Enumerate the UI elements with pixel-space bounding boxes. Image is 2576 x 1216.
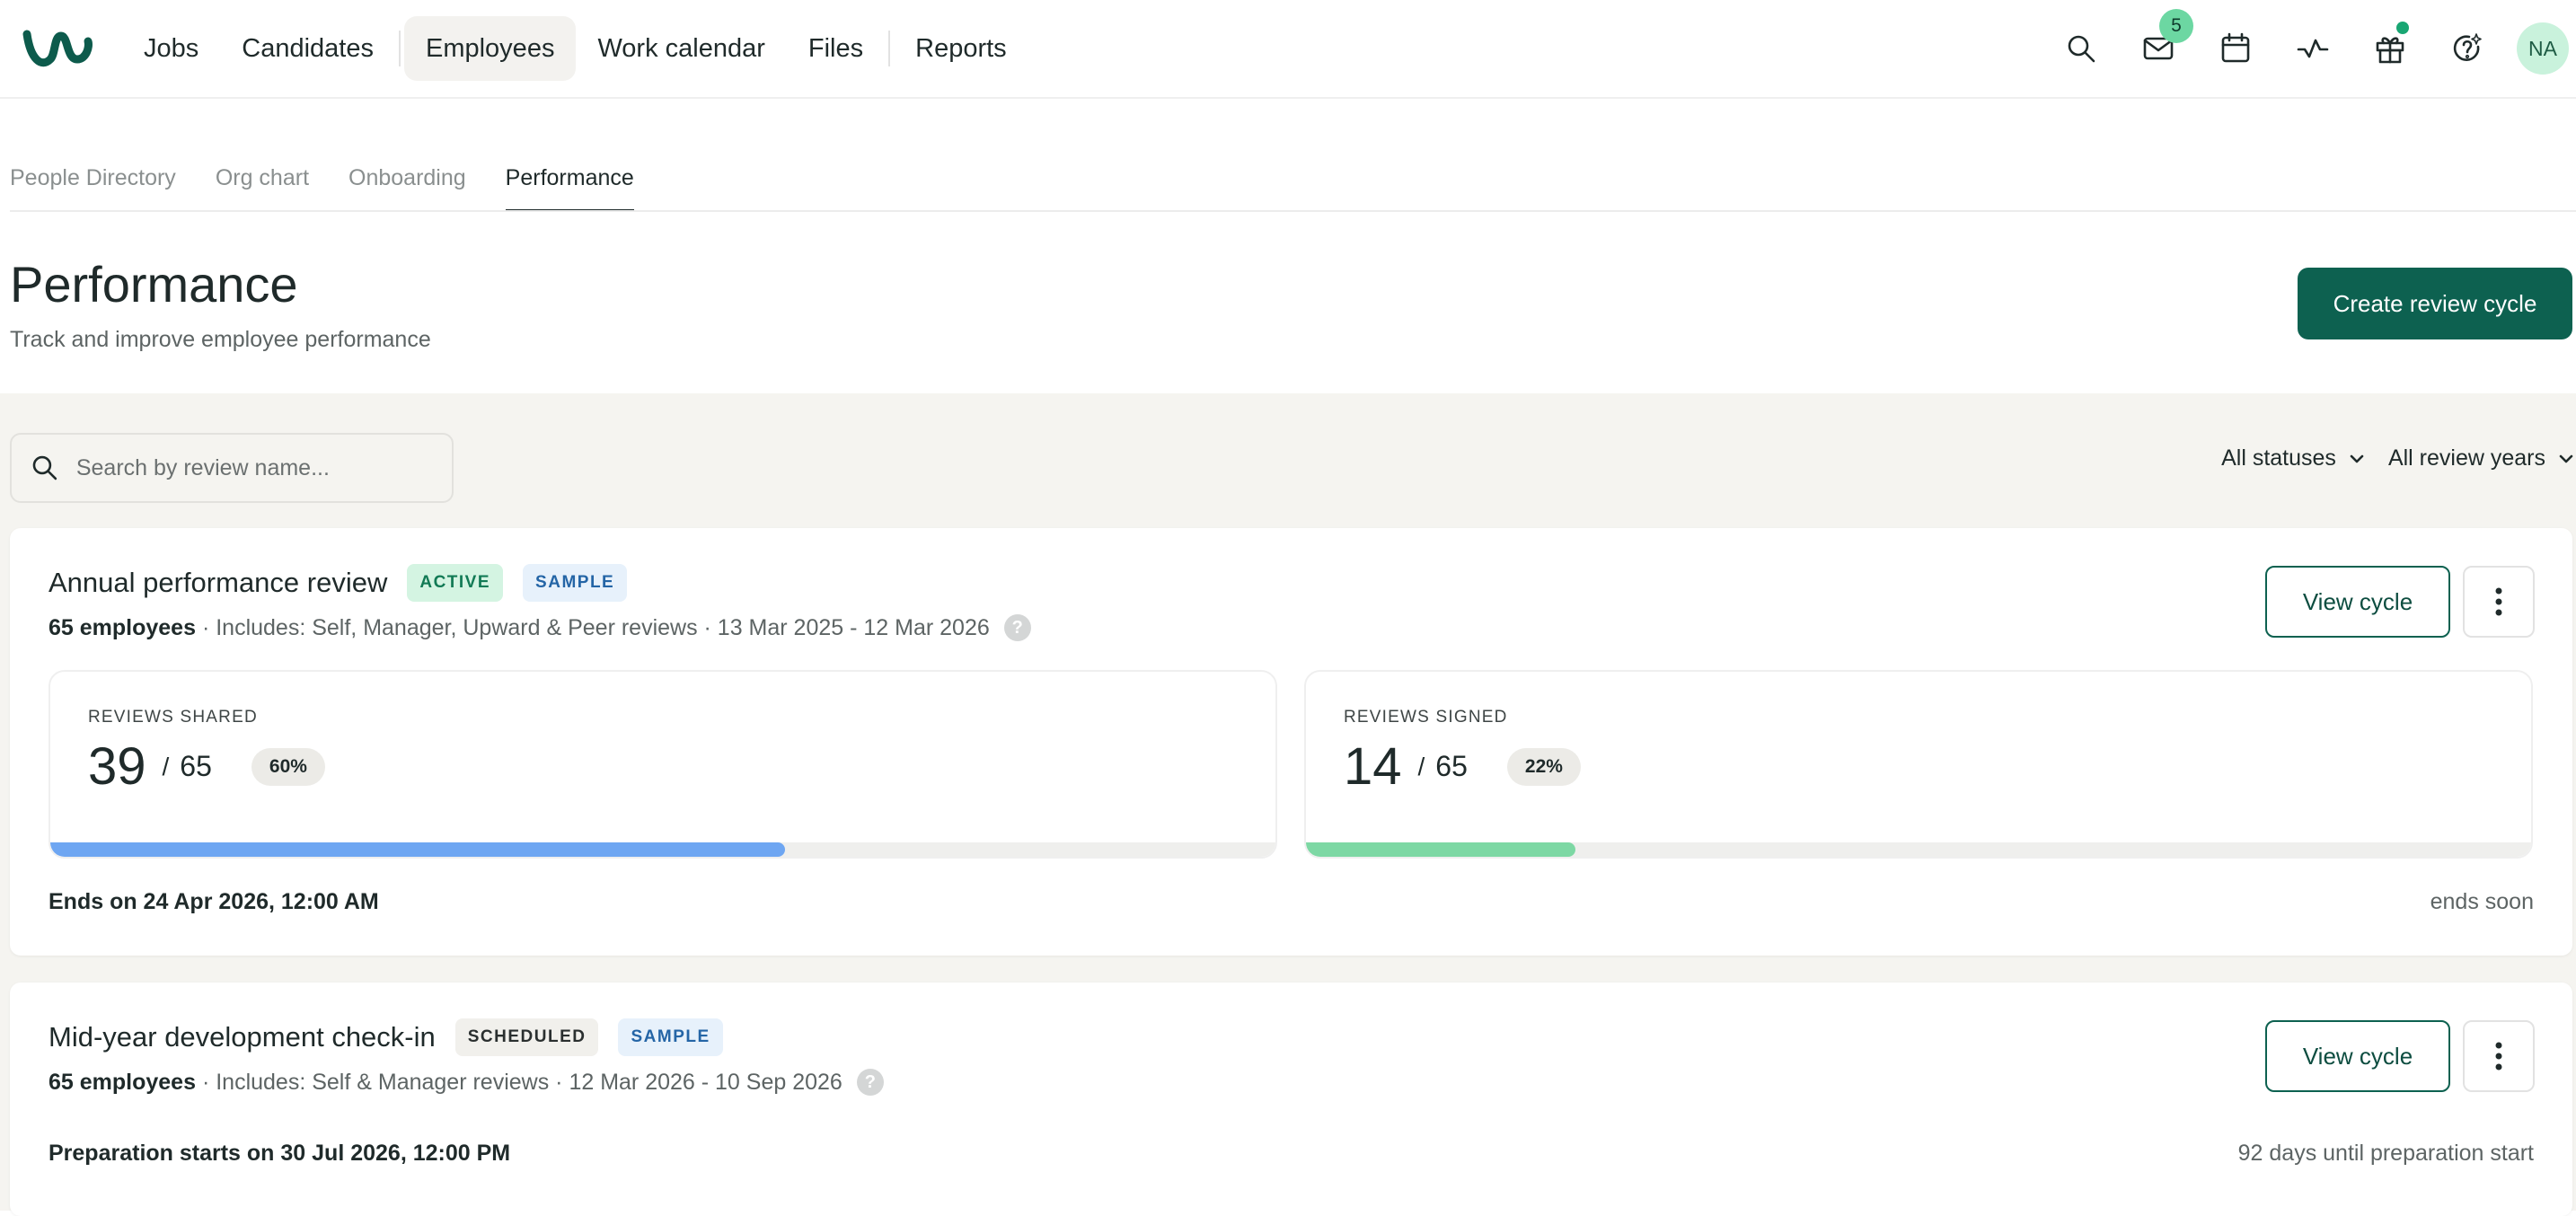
chevron-down-icon — [2559, 454, 2573, 463]
chevron-down-icon — [2350, 454, 2364, 463]
preparation-countdown: 92 days until preparation start — [2237, 1141, 2534, 1166]
create-review-cycle-button[interactable]: Create review cycle — [2298, 268, 2572, 339]
preparation-start-date: Preparation starts on 30 Jul 2026, 12:00… — [49, 1141, 511, 1166]
help-button[interactable] — [2429, 16, 2506, 81]
help-icon[interactable]: ? — [856, 1069, 884, 1096]
status-filter-dropdown[interactable]: All statuses — [2221, 445, 2367, 471]
search-input[interactable] — [75, 454, 452, 481]
cycle-title: Annual performance review — [49, 567, 388, 598]
subtabs-divider — [10, 210, 2576, 212]
stat-percent-badge: 22% — [1506, 747, 1581, 786]
cycle-meta: 65 employees · Includes: Self, Manager, … — [49, 614, 1031, 641]
cycle-meta: 65 employees · Includes: Self & Manager … — [49, 1069, 884, 1096]
gift-button[interactable] — [2351, 16, 2429, 81]
card-title-row: Annual performance review ACTIVE SAMPLE — [49, 564, 628, 602]
view-cycle-button[interactable]: View cycle — [2265, 1020, 2450, 1092]
search-icon — [32, 455, 57, 480]
notification-count-badge: 5 — [2159, 9, 2193, 43]
stat-label: REVIEWS SHARED — [88, 708, 258, 727]
employee-count: 65 employees — [49, 614, 196, 640]
nav-divider — [398, 31, 401, 66]
activity-button[interactable] — [2274, 16, 2351, 81]
view-cycle-button[interactable]: View cycle — [2265, 566, 2450, 638]
year-filter-label: All review years — [2387, 445, 2545, 471]
help-sparkle-icon — [2453, 33, 2482, 61]
nav-files[interactable]: Files — [787, 16, 885, 81]
card-title-row: Mid-year development check-in SCHEDULED … — [49, 1018, 723, 1056]
page-title: Performance — [10, 256, 298, 313]
tab-org-chart[interactable]: Org chart — [216, 144, 309, 212]
more-options-button[interactable] — [2463, 566, 2535, 638]
user-avatar[interactable]: NA — [2517, 22, 2569, 75]
stat-percent-badge: 60% — [251, 747, 325, 786]
nav-divider — [888, 31, 891, 66]
kebab-menu-icon — [2495, 587, 2502, 616]
inbox-button[interactable]: 5 — [2120, 9, 2197, 81]
stat-value: 14 / 65 22% — [1344, 736, 1581, 797]
nav-employees[interactable]: Employees — [403, 16, 577, 81]
nav-jobs[interactable]: Jobs — [122, 16, 220, 81]
gift-icon — [2376, 37, 2404, 64]
top-navigation: Jobs Candidates Employees Work calendar … — [0, 0, 2576, 99]
calendar-button[interactable] — [2197, 16, 2274, 81]
stat-separator: / — [162, 752, 170, 780]
nav-reports[interactable]: Reports — [894, 16, 1028, 81]
workable-logo-icon[interactable] — [22, 23, 93, 74]
sample-badge: SAMPLE — [523, 564, 628, 602]
progress-fill — [50, 842, 786, 857]
year-filter-dropdown[interactable]: All review years — [2388, 445, 2576, 471]
search-box[interactable] — [10, 433, 454, 503]
cycle-details: · Includes: Self & Manager reviews · 12 … — [196, 1069, 842, 1095]
sample-badge: SAMPLE — [618, 1018, 723, 1056]
review-cycle-card: Mid-year development check-in SCHEDULED … — [10, 982, 2572, 1216]
stat-total: 65 — [1435, 750, 1468, 782]
help-icon[interactable]: ? — [1003, 614, 1031, 641]
tab-people-directory[interactable]: People Directory — [10, 144, 176, 212]
stat-total: 65 — [180, 750, 212, 782]
status-filter-label: All statuses — [2221, 445, 2336, 471]
stat-value: 39 / 65 60% — [88, 736, 325, 797]
status-badge: ACTIVE — [407, 564, 504, 602]
stat-count: 14 — [1344, 737, 1402, 796]
activity-icon — [2297, 39, 2329, 58]
nav-candidates[interactable]: Candidates — [220, 16, 395, 81]
filters: All statuses All review years — [2221, 445, 2576, 471]
tab-onboarding[interactable]: Onboarding — [348, 144, 466, 212]
employees-subtabs: People Directory Org chart Onboarding Pe… — [10, 144, 674, 212]
search-button[interactable] — [2042, 16, 2120, 81]
nav-utility-icons: 5 NA — [2042, 9, 2576, 81]
status-badge: SCHEDULED — [454, 1018, 599, 1056]
employee-count: 65 employees — [49, 1069, 196, 1095]
stat-separator: / — [1417, 752, 1425, 780]
page-subtitle: Track and improve employee performance — [10, 327, 431, 352]
cycle-end-note: ends soon — [2430, 889, 2534, 914]
more-options-button[interactable] — [2463, 1020, 2535, 1092]
stat-count: 39 — [88, 737, 146, 796]
main-nav-links: Jobs Candidates Employees Work calendar … — [122, 14, 1028, 83]
review-cycle-card: Annual performance review ACTIVE SAMPLE … — [10, 528, 2572, 956]
kebab-menu-icon — [2495, 1042, 2502, 1071]
calendar-icon — [2221, 32, 2250, 63]
progress-fill — [1306, 842, 1576, 857]
stat-label: REVIEWS SIGNED — [1344, 708, 1508, 727]
progress-track — [1306, 842, 2531, 857]
search-icon — [2068, 35, 2095, 63]
tab-performance[interactable]: Performance — [505, 144, 634, 212]
reviews-signed-stat: REVIEWS SIGNED 14 / 65 22% — [1304, 670, 2533, 859]
cycle-details: · Includes: Self, Manager, Upward & Peer… — [196, 614, 990, 640]
progress-track — [50, 842, 1275, 857]
cycle-title: Mid-year development check-in — [49, 1021, 436, 1053]
review-cycles-area: All statuses All review years Annual per… — [0, 393, 2576, 1216]
cycle-end-date: Ends on 24 Apr 2026, 12:00 AM — [49, 889, 379, 914]
new-indicator-dot — [2396, 22, 2409, 34]
reviews-shared-stat: REVIEWS SHARED 39 / 65 60% — [49, 670, 1277, 859]
nav-work-calendar[interactable]: Work calendar — [576, 16, 786, 81]
